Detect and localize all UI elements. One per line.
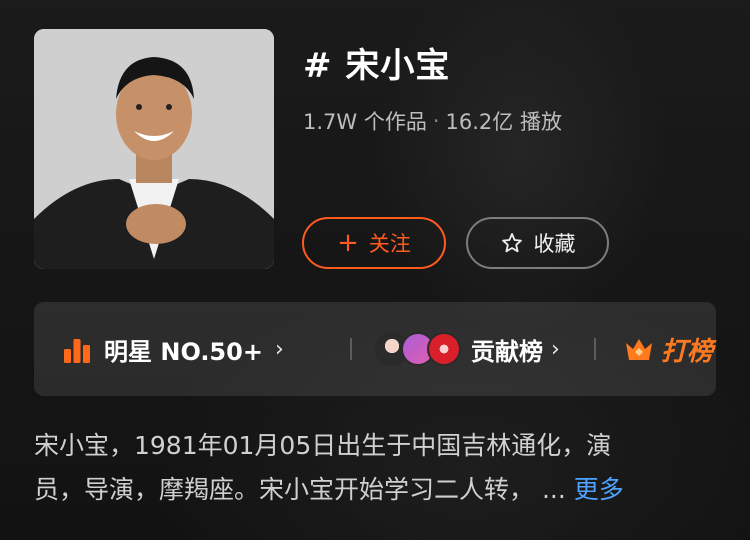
- play-count: 16.2亿 播放: [445, 110, 562, 134]
- contribution-label: 贡献榜: [471, 337, 543, 366]
- star-rank-link[interactable]: 明星 NO.50+ ›: [62, 332, 284, 367]
- bar-chart-icon: [64, 339, 90, 363]
- star-outline-icon: [501, 233, 522, 253]
- ranking-bar: 明星 NO.50+ › 贡献榜 › 打榜: [34, 302, 716, 396]
- stats-separator: ·: [432, 109, 440, 133]
- topic-title: # 宋小宝: [303, 46, 451, 86]
- cover-portrait: [34, 29, 274, 269]
- topic-cover-image[interactable]: [34, 29, 274, 269]
- chevron-right-icon: ›: [551, 336, 560, 362]
- star-rank-label: 明星 NO.50+: [104, 337, 263, 366]
- description-line: 宋小宝，1981年01月05日出生于中国吉林通化，演: [34, 431, 612, 460]
- works-count: 1.7W 个作品: [303, 110, 427, 134]
- description-ellipsis: ...: [541, 475, 566, 504]
- description-line: 员，导演，摩羯座。宋小宝开始学习二人转，: [34, 475, 535, 504]
- description-line-2: 员，导演，摩羯座。宋小宝开始学习二人转， ... 更多: [34, 468, 714, 512]
- chevron-right-icon: ›: [274, 336, 284, 362]
- contributor-avatars: [375, 332, 461, 366]
- hit-rank-button[interactable]: 打榜: [623, 331, 713, 368]
- favorite-button[interactable]: 收藏: [466, 217, 609, 269]
- divider: [594, 338, 596, 360]
- follow-label: 关注: [368, 232, 411, 256]
- hit-label: 打榜: [661, 336, 714, 367]
- follow-button[interactable]: + 关注: [302, 217, 446, 269]
- topic-stats: 1.7W 个作品 · 16.2亿 播放: [303, 106, 562, 136]
- avatar: [427, 332, 461, 366]
- favorite-label: 收藏: [533, 232, 576, 256]
- divider: [350, 338, 352, 360]
- plus-icon: +: [337, 228, 359, 258]
- more-link[interactable]: 更多: [574, 475, 624, 504]
- topic-description: 宋小宝，1981年01月05日出生于中国吉林通化，演 员，导演，摩羯座。宋小宝开…: [34, 424, 714, 512]
- crown-icon: [626, 339, 652, 360]
- contribution-rank-link[interactable]: 贡献榜 ›: [375, 332, 560, 367]
